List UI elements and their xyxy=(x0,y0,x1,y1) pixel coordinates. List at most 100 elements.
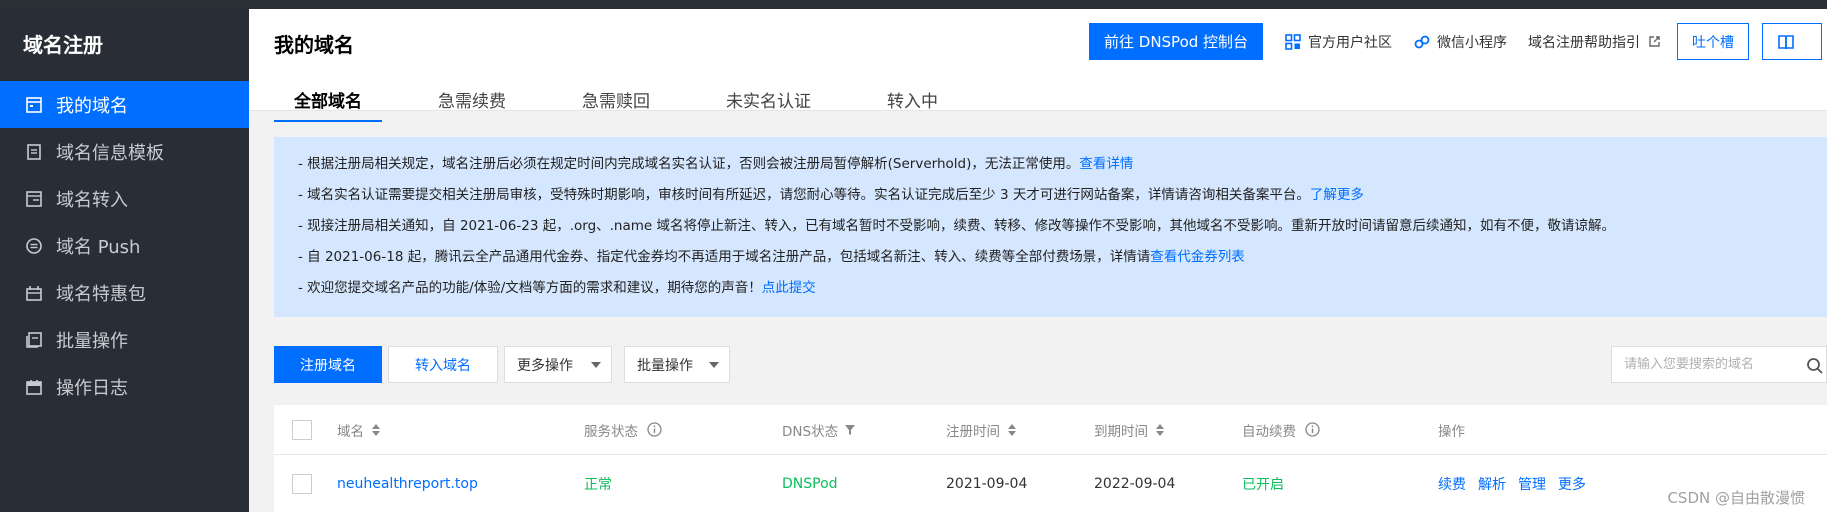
batch-ops-select[interactable]: 批量操作 xyxy=(624,346,730,383)
domain-list-icon xyxy=(25,96,43,114)
checkbox[interactable] xyxy=(292,473,312,494)
column-label: 操作 xyxy=(1438,423,1465,440)
gift-icon xyxy=(25,284,43,302)
miniprogram-link-label: 微信小程序 xyxy=(1437,34,1508,51)
chevron-down-icon xyxy=(709,361,719,368)
sidebar-item-label: 批量操作 xyxy=(56,330,128,352)
checkbox[interactable] xyxy=(292,419,312,440)
domain-search-box xyxy=(1611,346,1827,383)
register-time-value: 2021-09-04 xyxy=(946,475,1028,492)
sidebar-item-label: 域名特惠包 xyxy=(56,283,146,305)
calendar-icon xyxy=(25,378,43,396)
expire-time-value: 2022-09-04 xyxy=(1094,475,1176,492)
notice-link[interactable]: 查看代金券列表 xyxy=(1150,249,1245,265)
domain-table: 域名 服务状态 DNS状态 注册时间 到期时间 自动续费 操作 neuhealt… xyxy=(274,405,1827,512)
auto-renew-value: 已开启 xyxy=(1242,476,1284,493)
sidebar-item-transfer-in[interactable]: 域名转入 xyxy=(0,175,249,222)
info-icon[interactable] xyxy=(647,422,662,437)
column-label: 自动续费 xyxy=(1242,423,1296,440)
register-domain-button[interactable]: 注册域名 xyxy=(274,346,382,383)
select-all-checkbox[interactable] xyxy=(292,405,312,454)
apps-icon xyxy=(1284,33,1302,51)
notice-line: - 欢迎您提交域名产品的功能/体验/文档等方面的需求和建议，期待您的声音！点此提… xyxy=(298,273,1827,304)
community-link-label: 官方用户社区 xyxy=(1308,34,1393,51)
domain-toolbar: 注册域名 转入域名 更多操作 批量操作 xyxy=(274,346,742,383)
domain-tabs: 全部域名 急需续费 急需赎回 未实名认证 转入中 xyxy=(274,77,994,122)
row-actions: 续费 解析 管理 更多 xyxy=(1438,455,1598,512)
top-strip xyxy=(0,0,1827,9)
sort-icon[interactable] xyxy=(372,423,380,436)
notice-text: - 自 2021-06-18 起，腾讯云全产品通用代金券、指定代金券均不再适用于… xyxy=(298,249,1151,265)
notice-link[interactable]: 点此提交 xyxy=(762,280,816,296)
sidebar-item-my-domains[interactable]: 我的域名 xyxy=(0,81,249,128)
notice-link[interactable]: 查看详情 xyxy=(1079,156,1133,172)
sidebar-item-label: 我的域名 xyxy=(56,95,128,117)
row-checkbox-cell[interactable] xyxy=(292,455,312,512)
dns-status-value: DNSPod xyxy=(782,475,838,492)
tab-transferring[interactable]: 转入中 xyxy=(867,77,958,120)
feedback-button[interactable]: 吐个槽 xyxy=(1677,23,1750,60)
more-ops-select-label: 更多操作 xyxy=(517,357,573,374)
column-register-time[interactable]: 注册时间 xyxy=(946,405,1016,454)
page-header: 我的域名 全部域名 急需续费 急需赎回 未实名认证 转入中 前往 DNSPod … xyxy=(249,9,1827,122)
sidebar-item-operation-log[interactable]: 操作日志 xyxy=(0,363,249,410)
more-action[interactable]: 更多 xyxy=(1558,474,1586,494)
tab-urgent-redeem[interactable]: 急需赎回 xyxy=(562,77,670,120)
sort-icon[interactable] xyxy=(1008,423,1016,436)
sidebar-item-info-template[interactable]: 域名信息模板 xyxy=(0,128,249,175)
service-status-value: 正常 xyxy=(584,476,612,493)
book-icon xyxy=(1777,33,1795,51)
sidebar-item-batch[interactable]: 批量操作 xyxy=(0,316,249,363)
tab-unverified[interactable]: 未实名认证 xyxy=(706,77,831,120)
miniprogram-link[interactable]: 微信小程序 xyxy=(1413,32,1507,52)
notice-text: - 根据注册局相关规定，域名注册后必须在规定时间内完成域名实名认证，否则会被注册… xyxy=(298,156,1080,172)
notice-link[interactable]: 了解更多 xyxy=(1310,187,1364,203)
filter-icon[interactable] xyxy=(844,424,856,436)
column-dns-status: DNS状态 xyxy=(782,405,856,454)
header-actions: 前往 DNSPod 控制台 官方用户社区 微信小程序 域名注册帮助指引 吐个槽 xyxy=(1089,23,1823,60)
search-icon[interactable] xyxy=(1806,357,1824,375)
watermark: CSDN @自由散漫惯 xyxy=(1667,489,1805,507)
info-icon[interactable] xyxy=(1305,422,1320,437)
search-input[interactable] xyxy=(1624,357,1794,372)
sidebar-item-special-package[interactable]: 域名特惠包 xyxy=(0,269,249,316)
dnspod-console-button[interactable]: 前往 DNSPod 控制台 xyxy=(1089,23,1264,60)
sidebar-item-label: 域名转入 xyxy=(56,189,128,211)
column-label: 注册时间 xyxy=(946,423,1000,440)
column-domain[interactable]: 域名 xyxy=(337,405,380,454)
tab-urgent-renewal[interactable]: 急需续费 xyxy=(418,77,526,120)
domain-name-link[interactable]: neuhealthreport.top xyxy=(337,455,478,512)
sidebar-item-push[interactable]: 域名 Push xyxy=(0,222,249,269)
notice-line: - 现接注册局相关通知，自 2021-06-23 起，.org、.name 域名… xyxy=(298,211,1827,242)
sidebar-title: 域名注册 xyxy=(23,33,103,57)
notice-line: - 域名实名认证需要提交相关注册局审核，受特殊时期影响，审核时间有所延迟，请您耐… xyxy=(298,180,1827,211)
page-title: 我的域名 xyxy=(274,33,354,57)
transfer-icon xyxy=(25,190,43,208)
more-ops-select[interactable]: 更多操作 xyxy=(504,346,612,383)
column-auto-renew: 自动续费 xyxy=(1242,405,1320,454)
renew-action[interactable]: 续费 xyxy=(1438,474,1466,494)
manage-action[interactable]: 管理 xyxy=(1518,474,1546,494)
table-header: 域名 服务状态 DNS状态 注册时间 到期时间 自动续费 操作 xyxy=(274,405,1827,455)
push-icon xyxy=(25,237,43,255)
docs-button[interactable] xyxy=(1762,23,1823,60)
miniprogram-icon xyxy=(1413,33,1431,51)
sidebar: 域名注册 我的域名 域名信息模板 域名转入 域名 Push 域名特惠包 批量操作 xyxy=(0,9,249,512)
notice-text: - 域名实名认证需要提交相关注册局审核，受特殊时期影响，审核时间有所延迟，请您耐… xyxy=(298,187,1310,203)
main-content: 我的域名 全部域名 急需续费 急需赎回 未实名认证 转入中 前往 DNSPod … xyxy=(249,9,1827,512)
column-label: 服务状态 xyxy=(584,423,638,440)
sort-icon[interactable] xyxy=(1156,423,1164,436)
external-link-icon xyxy=(1648,35,1661,48)
column-service-status: 服务状态 xyxy=(584,405,662,454)
column-expire-time[interactable]: 到期时间 xyxy=(1094,405,1164,454)
table-row: neuhealthreport.top 正常 DNSPod 2021-09-04… xyxy=(274,455,1827,512)
notice-text: - 欢迎您提交域名产品的功能/体验/文档等方面的需求和建议，期待您的声音！ xyxy=(298,280,762,296)
help-guide-link[interactable]: 域名注册帮助指引 xyxy=(1528,32,1661,52)
document-icon xyxy=(25,143,43,161)
tab-all-domains[interactable]: 全部域名 xyxy=(274,77,382,122)
column-actions: 操作 xyxy=(1438,405,1465,454)
community-link[interactable]: 官方用户社区 xyxy=(1284,32,1392,52)
transfer-domain-button[interactable]: 转入域名 xyxy=(388,346,498,383)
notice-text: - 现接注册局相关通知，自 2021-06-23 起，.org、.name 域名… xyxy=(298,218,1615,234)
dns-resolve-action[interactable]: 解析 xyxy=(1478,474,1506,494)
